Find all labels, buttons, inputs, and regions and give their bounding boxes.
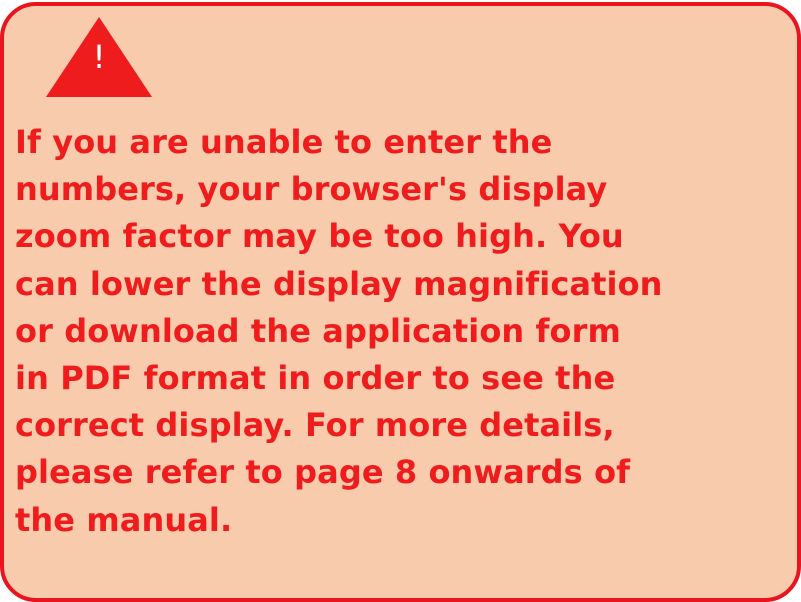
notice-message-line: zoom factor may be too high. You [15,217,624,256]
notice-message-line: can lower the display magnification [15,264,663,303]
notice-message-line: or download the application form [15,311,621,350]
notice-message-line: please refer to page 8 onwards of [15,453,631,492]
notice-message-line: the manual. [15,500,233,539]
notice-message-line: correct display. For more details, [15,406,615,445]
notice-message: If you are unable to enter the numbers, … [15,119,795,544]
notice-message-line: numbers, your browser's display [15,170,608,209]
warning-triangle-icon: ! [46,17,152,97]
warning-notice-box: ! If you are unable to enter the numbers… [0,2,801,602]
exclamation-mark-icon: ! [92,38,106,76]
notice-message-line: If you are unable to enter the [15,123,553,161]
notice-message-line: in PDF format in order to see the [15,359,616,398]
